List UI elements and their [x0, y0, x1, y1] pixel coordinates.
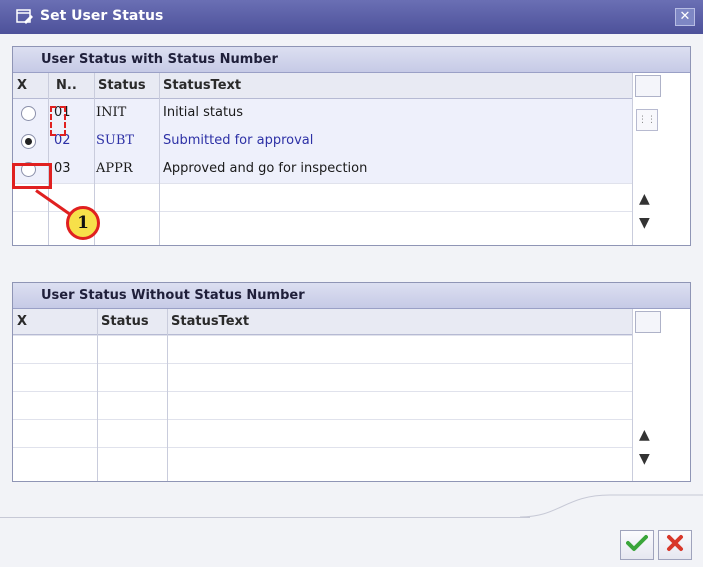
cancel-button[interactable]	[658, 530, 692, 560]
scroll-down-icon[interactable]: ▼	[639, 215, 650, 231]
confirm-button[interactable]	[620, 530, 654, 560]
status-without-number-table: X Status StatusText ▲ ▼	[13, 309, 690, 481]
status-with-number-panel: User Status with Status Number X N.. Sta…	[12, 46, 691, 246]
empty-row	[13, 447, 632, 475]
status-text: Approved and go for inspection	[163, 161, 368, 176]
callout-badge: 1	[66, 206, 100, 240]
set-status-icon	[16, 9, 34, 25]
column-divider	[167, 309, 168, 481]
empty-row	[13, 183, 632, 211]
column-settings-button[interactable]	[635, 311, 661, 333]
empty-row	[13, 363, 632, 391]
scroll-up-icon[interactable]: ▲	[639, 427, 650, 443]
column-divider	[97, 309, 98, 481]
column-header-status[interactable]: Status	[94, 73, 159, 99]
status-without-number-panel: User Status Without Status Number X Stat…	[12, 282, 691, 482]
table-row[interactable]: 01 INIT Initial status	[13, 99, 632, 127]
column-settings-button[interactable]	[635, 75, 661, 97]
footer-divider	[0, 517, 530, 518]
column-header-status-text[interactable]: StatusText	[159, 73, 662, 99]
empty-row	[13, 419, 632, 447]
status-text: Submitted for approval	[163, 133, 314, 148]
column-header-status-text[interactable]: StatusText	[167, 309, 632, 335]
number-highlight-box	[50, 106, 66, 136]
vertical-scrollbar[interactable]: ⋮⋮ ▲ ▼	[632, 73, 662, 245]
status-code: SUBT	[96, 133, 135, 148]
title-bar: Set User Status ✕	[0, 0, 703, 34]
status-radio-button[interactable]	[21, 134, 36, 149]
cancel-x-icon	[666, 534, 684, 556]
column-divider	[48, 73, 49, 245]
scroll-up-icon[interactable]: ▲	[639, 191, 650, 207]
status-code: INIT	[96, 105, 127, 120]
checkmark-icon	[626, 534, 648, 556]
status-code: APPR	[96, 161, 133, 176]
status-number: 03	[54, 161, 71, 176]
empty-row	[13, 211, 632, 239]
vertical-scrollbar[interactable]: ▲ ▼	[632, 309, 662, 481]
column-header-number[interactable]: N..	[48, 73, 94, 99]
footer-curve	[520, 494, 703, 518]
column-divider	[159, 73, 160, 245]
status-radio-button[interactable]	[21, 106, 36, 121]
panel-title: User Status Without Status Number	[13, 283, 690, 309]
panel-title: User Status with Status Number	[13, 47, 690, 73]
table-row[interactable]: 02 SUBT Submitted for approval	[13, 127, 632, 155]
status-text: Initial status	[163, 105, 244, 120]
column-header-x[interactable]: X	[13, 73, 48, 99]
close-icon[interactable]: ✕	[675, 8, 695, 26]
status-with-number-table: X N.. Status StatusText 01 INIT Initial …	[13, 73, 690, 245]
column-grip-icon[interactable]: ⋮⋮	[636, 109, 658, 131]
empty-row	[13, 391, 632, 419]
dialog-title: Set User Status	[40, 8, 164, 24]
table-row[interactable]: 03 APPR Approved and go for inspection	[13, 155, 632, 183]
column-header-status[interactable]: Status	[97, 309, 167, 335]
set-user-status-dialog: Set User Status ✕ User Status with Statu…	[0, 0, 703, 567]
column-header-x[interactable]: X	[13, 309, 97, 335]
radio-highlight-box	[12, 163, 52, 189]
empty-row	[13, 335, 632, 363]
scroll-down-icon[interactable]: ▼	[639, 451, 650, 467]
